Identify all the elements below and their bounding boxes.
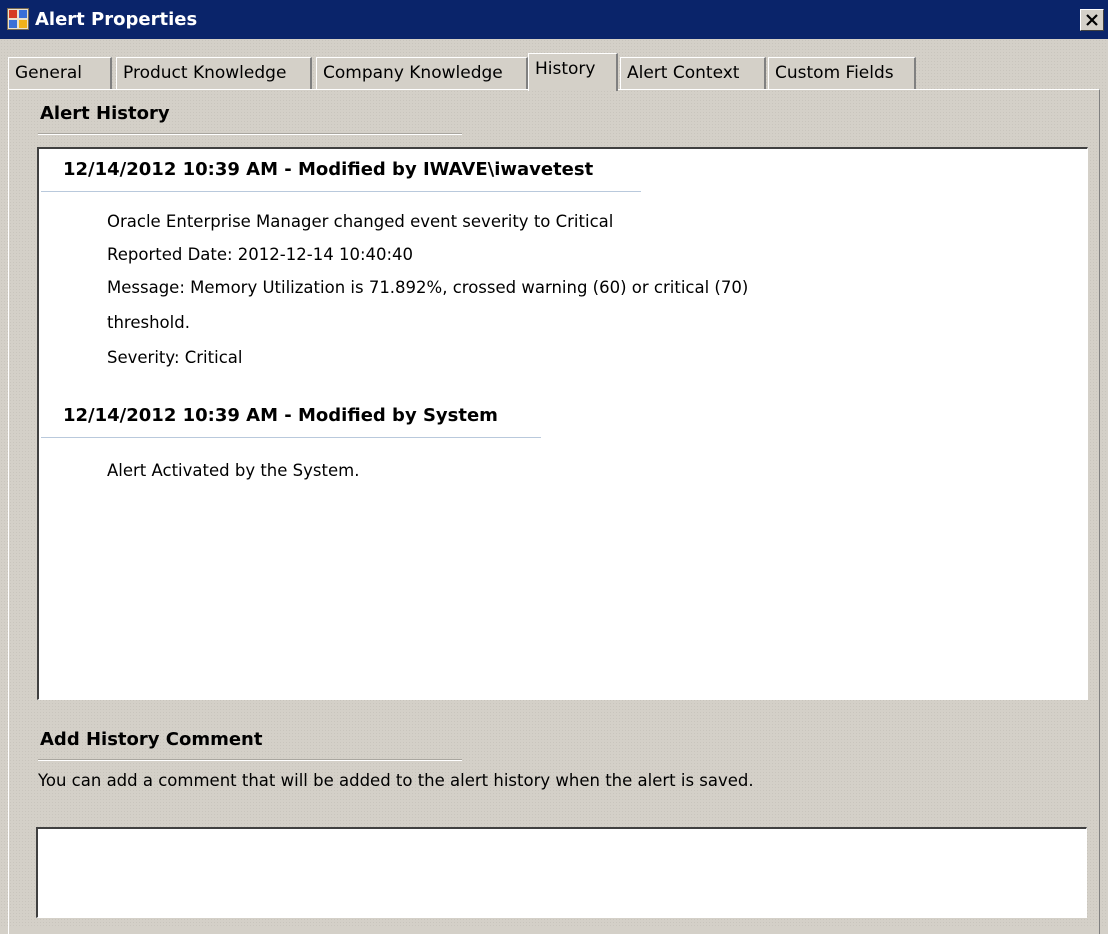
- tab-label: Product Knowledge: [123, 63, 287, 83]
- close-icon: [1085, 11, 1099, 30]
- tab-history[interactable]: History: [528, 53, 618, 91]
- history-entry-line: Reported Date: 2012-12-14 10:40:40: [107, 245, 414, 264]
- entry-divider: [41, 191, 641, 192]
- history-comment-input[interactable]: [36, 827, 1087, 918]
- tab-label: General: [15, 63, 82, 83]
- title-bar[interactable]: Alert Properties: [0, 0, 1108, 39]
- history-entry-line: Message: Memory Utilization is 71.892%, …: [107, 278, 749, 297]
- history-entry-header: 12/14/2012 10:39 AM - Modified by System: [63, 405, 498, 426]
- tab-label: Company Knowledge: [323, 63, 503, 83]
- history-entry-header: 12/14/2012 10:39 AM - Modified by IWAVE\…: [63, 159, 594, 180]
- tab-label: Alert Context: [627, 63, 740, 83]
- section-divider: [38, 133, 462, 135]
- tab-custom-fields[interactable]: Custom Fields: [768, 57, 916, 89]
- history-log[interactable]: 12/14/2012 10:39 AM - Modified by IWAVE\…: [37, 147, 1088, 700]
- tab-alert-context[interactable]: Alert Context: [620, 57, 766, 89]
- history-entry-line: Severity: Critical: [107, 348, 243, 367]
- tab-general[interactable]: General: [8, 57, 112, 89]
- tab-label: Custom Fields: [775, 63, 894, 83]
- comment-hint: You can add a comment that will be added…: [38, 771, 754, 790]
- alert-properties-dialog: Alert Properties General Product Knowled…: [0, 0, 1108, 934]
- tab-strip: General Product Knowledge Company Knowle…: [8, 53, 1098, 91]
- tab-product-knowledge[interactable]: Product Knowledge: [116, 57, 312, 89]
- app-window-icon: [7, 8, 29, 30]
- section-divider: [38, 759, 462, 761]
- add-history-comment-heading: Add History Comment: [40, 729, 263, 750]
- history-entry-line: Oracle Enterprise Manager changed event …: [107, 212, 614, 231]
- tab-company-knowledge[interactable]: Company Knowledge: [316, 57, 528, 89]
- alert-history-heading: Alert History: [40, 103, 170, 124]
- history-entry-line: Alert Activated by the System.: [107, 461, 360, 480]
- close-button[interactable]: [1080, 9, 1104, 31]
- window-title: Alert Properties: [35, 9, 198, 30]
- tab-label: History: [535, 59, 596, 79]
- entry-divider: [41, 437, 541, 438]
- history-entry-line: threshold.: [107, 313, 190, 332]
